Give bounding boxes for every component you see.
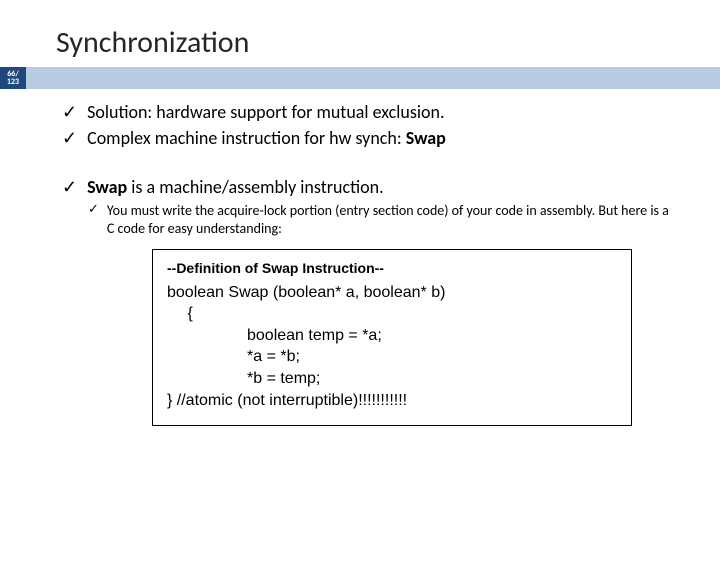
bullet-text-bold: Swap [406,127,446,149]
code-box-header: --Definition of Swap Instruction-- [167,260,617,276]
check-icon: ✓ [62,101,77,124]
bullet-text-bold: Swap [87,176,127,198]
check-icon: ✓ [62,127,77,150]
bullet-text: Swap is a machine/assembly instruction. [87,176,672,199]
code-line: *b = temp; [167,368,617,390]
sub-bullet-text: You must write the acquire-lock portion … [107,202,672,238]
code-block: boolean Swap (boolean* a, boolean* b) {b… [167,282,617,412]
bullet-text: Complex machine instruction for hw synch… [87,127,672,150]
bullet-list: ✓ Swap is a machine/assembly instruction… [62,176,672,199]
code-line: boolean Swap (boolean* a, boolean* b) [167,284,445,301]
sub-bullet-list: ✓ You must write the acquire-lock portio… [62,202,672,238]
list-item: ✓ Complex machine instruction for hw syn… [62,127,672,150]
check-icon: ✓ [62,176,77,199]
code-line: boolean temp = *a; [167,325,617,347]
code-line: } //atomic (not interruptible)!!!!!!!!!!… [167,392,407,409]
bullet-text-part: Complex machine instruction for hw synch… [87,127,406,149]
slide: Synchronization 66/ 123 ✓ Solution: hard… [0,24,720,564]
bullet-text-part: is a machine/assembly instruction. [127,176,383,198]
bullet-list: ✓ Solution: hardware support for mutual … [62,101,672,151]
accent-bar: 66/ 123 [0,67,720,89]
check-icon: ✓ [88,202,99,238]
spacer [62,154,672,176]
page-title: Synchronization [56,24,720,61]
code-line: *a = *b; [167,346,617,368]
list-item: ✓ You must write the acquire-lock portio… [88,202,672,238]
code-line: { [167,303,617,325]
page-number-badge: 66/ 123 [0,67,26,89]
code-box: --Definition of Swap Instruction-- boole… [152,249,632,427]
bullet-text: Solution: hardware support for mutual ex… [87,101,672,124]
list-item: ✓ Swap is a machine/assembly instruction… [62,176,672,199]
content-area: ✓ Solution: hardware support for mutual … [0,89,720,426]
page-den: 123 [7,78,19,86]
list-item: ✓ Solution: hardware support for mutual … [62,101,672,124]
